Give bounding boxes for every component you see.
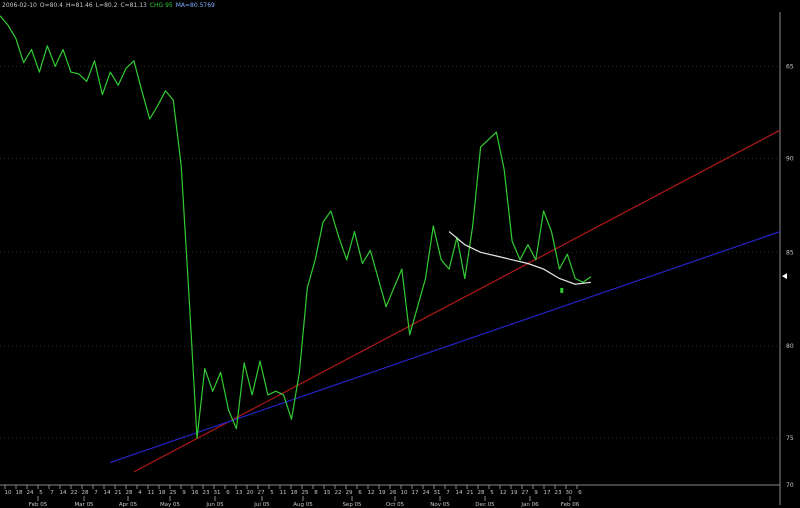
x-month-label: Nov 05 [430,502,450,508]
x-day-label: 19 [511,490,518,496]
x-day-label: 30 [566,490,573,496]
x-day-label: 31 [434,490,441,496]
x-month-label: Sep 05 [342,502,362,508]
x-month-label: Jun 05 [205,502,224,508]
x-day-label: 14 [456,490,463,496]
axes: 65908580757010 18 24 5 7 14 22 28 7 14 21 28 4 11 18 25… [0,12,794,508]
y-tick-label: 65 [786,63,794,70]
chart-window[interactable]: 2006-02-10 O=80.4 H=81.46 L=80.2 C=81.13 CHG … [0,0,800,508]
y-tick-label: 75 [786,435,794,442]
x-day-label: 28 [478,490,485,496]
x-day-label: 10 [401,490,408,496]
x-day-label: 22 [335,490,342,496]
x-day-label: 8 [314,490,318,496]
x-day-label: 23 [203,490,210,496]
x-day-label: 6 [578,490,582,496]
x-day-label: 6 [358,490,362,496]
x-month-label: Aug 05 [293,502,313,508]
x-day-label: 12 [368,490,375,496]
x-day-label: 11 [280,490,287,496]
last-price-marker-icon [782,273,787,280]
x-day-label: 7 [446,490,450,496]
price-series [0,15,592,439]
x-day-label: 27 [258,490,265,496]
x-month-label: Mar 05 [74,502,94,508]
x-day-label: 5 [270,490,274,496]
x-month-label: Dec 05 [475,502,495,508]
x-month-label: Feb 05 [29,502,48,508]
x-day-label: 26 [390,490,397,496]
y-tick-label: 70 [786,482,794,489]
x-day-label: 19 [379,490,386,496]
x-day-label: 25 [170,490,177,496]
x-day-label: 17 [412,490,419,496]
x-day-label: 11 [148,490,155,496]
x-month-label: Jul 05 [253,502,270,508]
x-day-label: 18 [159,490,166,496]
x-day-label: 16 [192,490,199,496]
price-chart[interactable]: 65908580757010 18 24 5 7 14 22 28 7 14 21 28 4 11 18 25… [0,0,800,508]
price-line [0,15,592,439]
x-day-label: 7 [94,490,98,496]
x-day-label: 23 [555,490,562,496]
x-month-label: May 05 [160,502,181,508]
x-day-label: 28 [126,490,133,496]
markers [560,273,787,293]
x-day-label: 24 [423,490,430,496]
x-month-label: Jan 06 [520,502,539,508]
x-month-label: Feb 06 [561,502,580,508]
x-day-label: 4 [138,490,142,496]
x-day-label: 18 [291,490,298,496]
x-day-label: 22 [71,490,78,496]
x-day-label: 9 [182,490,186,496]
x-day-label: 5 [39,490,43,496]
x-day-label: 17 [544,490,551,496]
x-day-label: 14 [104,490,111,496]
y-tick-label: 90 [786,155,794,162]
y-tick-label: 80 [786,343,794,350]
grid [0,65,780,486]
x-day-label: 31 [214,490,221,496]
x-day-label: 27 [522,490,529,496]
trendlines [110,129,781,473]
x-day-label: 18 [16,490,23,496]
x-day-label: 28 [82,490,89,496]
x-day-label: 6 [226,490,230,496]
x-day-label: 15 [324,490,331,496]
x-day-label: 7 [50,490,54,496]
x-day-label: 14 [60,490,67,496]
x-day-label: 21 [115,490,122,496]
x-day-label: 10 [5,490,12,496]
signal-marker-icon [560,287,564,293]
x-month-label: Apr 05 [119,502,138,508]
x-day-label: 20 [247,490,254,496]
x-day-label: 29 [346,490,353,496]
x-month-label: Oct 05 [386,502,405,508]
y-tick-label: 85 [786,249,794,256]
x-day-label: 25 [302,490,309,496]
x-day-label: 12 [500,490,507,496]
x-day-label: 9 [534,490,538,496]
x-day-label: 21 [467,490,474,496]
x-day-label: 13 [236,490,243,496]
blue-trendline [110,231,781,464]
x-day-label: 5 [490,490,494,496]
x-day-label: 24 [27,490,34,496]
